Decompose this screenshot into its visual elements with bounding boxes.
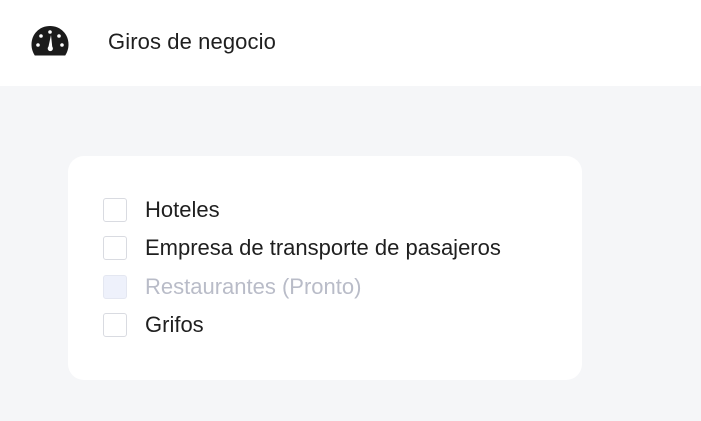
option-label: Hoteles bbox=[145, 197, 220, 222]
main-content: Hoteles Empresa de transporte de pasajer… bbox=[0, 86, 701, 421]
option-label: Grifos bbox=[145, 312, 204, 337]
business-types-card: Hoteles Empresa de transporte de pasajer… bbox=[68, 156, 582, 380]
checkbox-disabled bbox=[103, 275, 127, 299]
option-empresa-transporte[interactable]: Empresa de transporte de pasajeros bbox=[103, 235, 501, 261]
option-restaurantes: Restaurantes (Pronto) bbox=[103, 274, 361, 300]
option-grifos[interactable]: Grifos bbox=[103, 312, 204, 338]
option-hoteles[interactable]: Hoteles bbox=[103, 197, 220, 223]
top-bar: Giros de negocio bbox=[0, 0, 701, 86]
checkbox[interactable] bbox=[103, 236, 127, 260]
page-title: Giros de negocio bbox=[108, 29, 276, 54]
checkbox[interactable] bbox=[103, 313, 127, 337]
option-label: Empresa de transporte de pasajeros bbox=[145, 235, 501, 260]
speedometer-icon[interactable] bbox=[31, 25, 69, 57]
checkbox[interactable] bbox=[103, 198, 127, 222]
option-label: Restaurantes (Pronto) bbox=[145, 274, 362, 299]
